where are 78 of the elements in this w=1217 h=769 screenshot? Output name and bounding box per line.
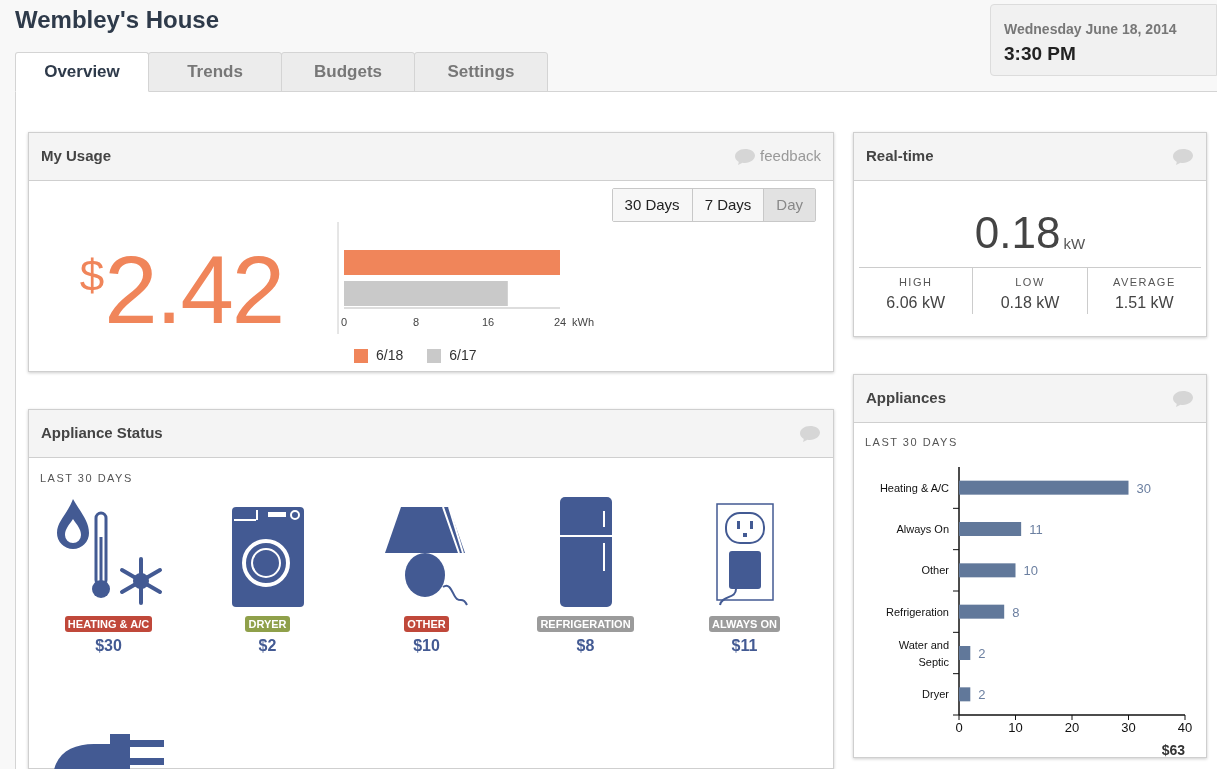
- axis-tick-label: 24: [553, 316, 567, 328]
- category-badge: ALWAYS ON: [709, 615, 780, 632]
- legend-label: 6/17: [449, 346, 477, 365]
- range-button[interactable]: 30 Days: [612, 189, 692, 221]
- appliance-bar: [959, 562, 1016, 577]
- axis-tick-label: 0: [955, 719, 963, 735]
- category-badge: DRYER: [245, 615, 290, 632]
- period-label: LAST 30 DAYS: [864, 435, 959, 450]
- range-button[interactable]: Day: [763, 189, 815, 221]
- appliance-bar: [959, 521, 1022, 536]
- legend-swatch: [354, 348, 368, 363]
- card-title: Appliances: [866, 388, 947, 409]
- comment-icon[interactable]: [1172, 147, 1194, 166]
- appliance-cost: $30: [95, 635, 122, 656]
- tab[interactable]: Trends: [148, 52, 282, 92]
- category-label: Water and Septic: [898, 638, 949, 668]
- card-title: Real-time: [866, 146, 934, 167]
- category-badge: OTHER: [404, 615, 449, 632]
- category-label: Heating & A/C: [879, 481, 949, 494]
- unit-label: kW: [1063, 233, 1086, 254]
- tab[interactable]: Overview: [15, 52, 149, 92]
- refrigerator-icon: [559, 496, 612, 607]
- bar-value-label: 8: [1012, 604, 1020, 620]
- currency-symbol: $: [79, 254, 105, 298]
- total-cost: $63: [1161, 741, 1185, 757]
- appliance-cost: $10: [413, 635, 440, 656]
- comment-icon[interactable]: [734, 147, 757, 166]
- axis-tick-label: 20: [1064, 719, 1080, 735]
- bar-value-label: 2: [978, 686, 986, 702]
- bar-value-label: 2: [978, 645, 986, 661]
- legend-swatch: [427, 348, 442, 363]
- stat-label: LOW: [1015, 275, 1045, 290]
- appliance-cost: $11: [731, 635, 758, 656]
- power-plug-icon: [53, 733, 164, 769]
- time-text: 3:30 PM: [1004, 42, 1077, 66]
- category-badge: REFRIGERATION: [537, 615, 634, 632]
- category-badge: HEATING & A/C: [64, 615, 153, 632]
- lamp-icon: [384, 506, 469, 607]
- legend-label: 6/18: [376, 346, 404, 365]
- appliance-bar: [959, 686, 971, 701]
- axis-tick-label: 40: [1177, 719, 1193, 735]
- page-title: Wembley's House: [15, 5, 220, 35]
- axis-tick-label: 30: [1121, 719, 1136, 735]
- appliance-cost: $8: [576, 635, 595, 656]
- axis-tick-label: 16: [481, 316, 495, 328]
- feedback-link[interactable]: feedback: [760, 145, 821, 168]
- card-title: My Usage: [41, 146, 112, 167]
- stat-value: 0.18 kW: [1000, 292, 1060, 313]
- axis-unit-label: kWh: [572, 316, 594, 328]
- usage-cost: 2.42: [104, 242, 284, 338]
- bar-value-label: 10: [1023, 562, 1038, 578]
- period-label: LAST 30 DAYS: [39, 471, 134, 486]
- realtime-value: 0.18: [974, 211, 1061, 255]
- washing-machine-icon: [231, 506, 304, 607]
- stat-label: AVERAGE: [1112, 275, 1176, 290]
- axis-tick-label: 8: [412, 316, 420, 328]
- stat-label: HIGH: [898, 275, 933, 290]
- category-label: Other: [921, 563, 949, 576]
- category-label: Always On: [896, 522, 949, 535]
- appliance-cost: $2: [258, 635, 277, 656]
- comment-icon[interactable]: [1172, 389, 1194, 408]
- appliance-bar: [959, 645, 971, 660]
- bar-value-label: 30: [1136, 480, 1151, 496]
- stat-value: 1.51 kW: [1114, 292, 1174, 313]
- tab[interactable]: Settings: [414, 52, 548, 92]
- stat-value: 6.06 kW: [886, 292, 945, 313]
- category-label: Refrigeration: [886, 605, 949, 618]
- tab[interactable]: Budgets: [281, 52, 415, 92]
- category-label: Dryer: [922, 687, 949, 700]
- axis-tick-label: 0: [340, 316, 348, 328]
- wall-outlet-icon: [715, 502, 774, 607]
- axis-tick-label: 10: [1008, 719, 1023, 735]
- card-title: Appliance Status: [41, 423, 163, 444]
- appliance-bar: [959, 604, 1005, 619]
- date-text: Wednesday June 18, 2014: [1004, 20, 1178, 39]
- range-button[interactable]: 7 Days: [691, 189, 764, 221]
- comment-icon[interactable]: [799, 424, 821, 443]
- bar-value-label: 11: [1029, 521, 1043, 537]
